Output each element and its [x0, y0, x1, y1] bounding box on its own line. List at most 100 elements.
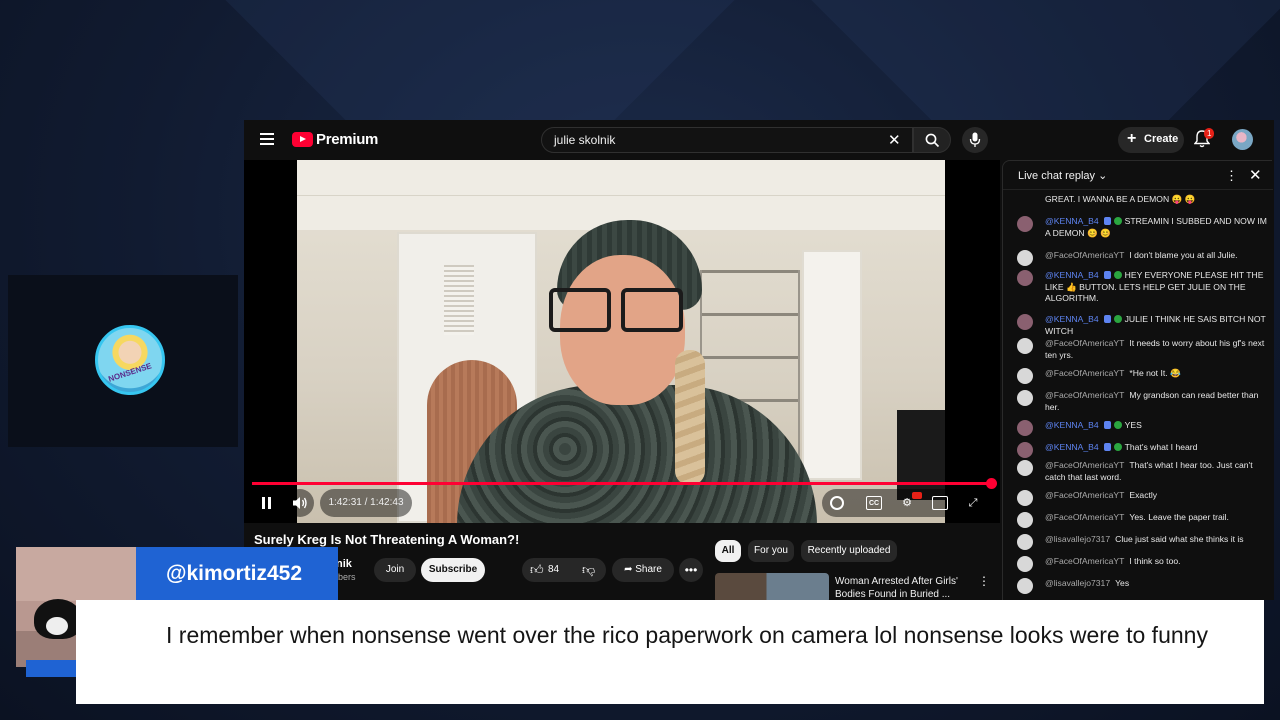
chat-message-body: @FaceOfAmericaYT I think so too. [1045, 556, 1267, 568]
chat-author-name[interactable]: @KENNA_B4 [1045, 420, 1099, 430]
video-frame [297, 160, 945, 523]
share-button[interactable]: ➦ Share [612, 558, 674, 582]
chat-message-body: @FaceOfAmericaYT Exactly [1045, 490, 1267, 502]
chat-author-avatar[interactable] [1017, 338, 1033, 354]
chat-author-avatar[interactable] [1017, 216, 1033, 232]
chat-message: @FaceOfAmericaYT Yes. Leave the paper tra… [1017, 512, 1267, 528]
chat-author-name[interactable]: @lisavallejo7317 [1045, 578, 1110, 588]
chip-recently-uploaded[interactable]: Recently uploaded [801, 540, 897, 562]
chat-message-body: @FaceOfAmericaYT My grandson can read bet… [1045, 390, 1267, 413]
chip-for-you[interactable]: For you [748, 540, 794, 562]
volume-icon [293, 497, 307, 509]
microphone-icon [969, 132, 981, 147]
chat-author-name[interactable]: @FaceOfAmericaYT [1045, 512, 1124, 522]
chat-message-body: @KENNA_B4 JULIE I THINK HE SAIS BITCH NOT… [1045, 314, 1267, 337]
search-value[interactable]: julie skolnik [554, 133, 615, 147]
chat-message-body: @lisavallejo7317 Yes [1045, 578, 1267, 590]
youtube-logo-icon[interactable] [292, 132, 313, 147]
plus-icon: + [1127, 130, 1137, 147]
member-badge-icon [1113, 217, 1122, 225]
chat-author-name[interactable]: @FaceOfAmericaYT [1045, 368, 1124, 378]
chat-message: GREAT. I WANNA BE A DEMON 😛 😛 [1017, 194, 1267, 206]
scrubber-handle[interactable] [985, 478, 997, 489]
chat-message-text: That's what I heard [1124, 442, 1198, 452]
subtitles-button[interactable]: CC [866, 496, 882, 510]
pause-button[interactable] [252, 489, 280, 517]
voice-search-button[interactable] [962, 127, 988, 153]
moderator-badge-icon [1103, 217, 1111, 225]
chat-message-body: @FaceOfAmericaYT *He not It. 😂 [1045, 368, 1267, 380]
chat-author-avatar[interactable] [1017, 534, 1033, 550]
dislike-thumb-icon[interactable]: 👎︎ [582, 558, 595, 582]
like-thumb-icon[interactable]: 👍︎ [530, 558, 544, 582]
logo-text[interactable]: Premium [316, 131, 378, 148]
chat-author-name[interactable]: @KENNA_B4 [1045, 442, 1099, 452]
chat-author-avatar[interactable] [1017, 420, 1033, 436]
chat-message-text: GREAT. I WANNA BE A DEMON 😛 😛 [1045, 194, 1196, 204]
chat-author-name[interactable]: @KENNA_B4 [1045, 314, 1099, 324]
fullscreen-icon[interactable]: ⤢ [966, 496, 980, 510]
join-button[interactable]: Join [374, 558, 416, 582]
chat-author-avatar[interactable] [1017, 390, 1033, 406]
hamburger-menu-icon[interactable] [260, 133, 274, 145]
chat-author-name[interactable]: @FaceOfAmericaYT [1045, 338, 1124, 348]
volume-button[interactable] [286, 489, 314, 517]
chat-author-avatar[interactable] [1017, 460, 1033, 476]
recommendation-menu-icon[interactable]: ⋮ [978, 574, 990, 588]
chat-menu-icon[interactable]: ⋮ [1225, 168, 1238, 184]
recommendation-title[interactable]: Woman Arrested After Girls' Bodies Found… [835, 575, 965, 600]
channel-name[interactable]: nik [336, 558, 352, 570]
notification-count-badge: 1 [1204, 128, 1215, 139]
like-count: 84 [548, 564, 560, 575]
chat-author-avatar[interactable] [1017, 270, 1033, 286]
chat-author-name[interactable]: @FaceOfAmericaYT [1045, 490, 1124, 500]
progress-bar[interactable] [252, 478, 997, 489]
chat-author-name[interactable]: @KENNA_B4 [1045, 216, 1099, 226]
chat-message-list[interactable]: GREAT. I WANNA BE A DEMON 😛 😛 @KENNA_B4 ST… [1003, 189, 1273, 600]
chat-message-text: I think so too. [1129, 556, 1181, 566]
miniplayer-icon[interactable] [932, 496, 948, 510]
video-player[interactable]: 1:42:31 / 1:42:43 CC ⚙ ⤢ [244, 160, 1000, 523]
chat-author-name[interactable]: @KENNA_B4 [1045, 270, 1099, 280]
chat-author-name[interactable]: @FaceOfAmericaYT [1045, 556, 1124, 566]
chat-message-body: GREAT. I WANNA BE A DEMON 😛 😛 [1045, 194, 1267, 206]
chat-author-name[interactable]: @FaceOfAmericaYT [1045, 460, 1124, 470]
chat-author-avatar[interactable] [1017, 490, 1033, 506]
video-title: Surely Kreg Is Not Threatening A Woman?! [254, 532, 520, 547]
top-bar: Premium julie skolnik ✕ + Create 1 [244, 120, 1274, 160]
chat-author-name[interactable]: @FaceOfAmericaYT [1045, 250, 1124, 260]
chat-author-name[interactable]: @lisavallejo7317 [1045, 534, 1110, 544]
chat-message: @FaceOfAmericaYT Exactly [1017, 490, 1267, 506]
chat-message: @FaceOfAmericaYT I don't blame you at all… [1017, 250, 1267, 266]
recommendation-thumbnail[interactable] [715, 573, 829, 600]
chat-author-avatar[interactable] [1017, 368, 1033, 384]
chat-message-body: @FaceOfAmericaYT I don't blame you at all… [1045, 250, 1267, 262]
chat-author-avatar[interactable] [1017, 442, 1033, 458]
search-button[interactable] [913, 127, 951, 153]
chat-author-avatar[interactable] [1017, 250, 1033, 266]
chat-message-text: I don't blame you at all Julie. [1129, 250, 1238, 260]
chat-author-avatar[interactable] [1017, 314, 1033, 330]
autoplay-toggle-icon[interactable] [830, 496, 844, 510]
chat-author-avatar[interactable] [1017, 556, 1033, 572]
chat-author-name[interactable]: @FaceOfAmericaYT [1045, 390, 1124, 400]
chat-message: @FaceOfAmericaYT *He not It. 😂 [1017, 368, 1267, 384]
chip-all[interactable]: All [715, 540, 741, 562]
subscribe-button[interactable]: Subscribe [421, 558, 485, 582]
like-dislike-group: 👍︎ 84 👎︎ [522, 558, 606, 582]
commenter-username-box: @kimortiz452 [136, 547, 338, 603]
chat-message-text: Yes [1115, 578, 1130, 588]
create-button[interactable]: + Create [1118, 127, 1184, 153]
chat-message-text: Exactly [1129, 490, 1158, 500]
chat-author-avatar[interactable] [1017, 512, 1033, 528]
chat-message-body: @lisavallejo7317 Clue just said what she … [1045, 534, 1267, 546]
chat-author-avatar[interactable] [1017, 578, 1033, 594]
chat-title[interactable]: Live chat replay ⌄ [1018, 169, 1107, 182]
clear-search-icon[interactable]: ✕ [888, 131, 901, 149]
more-actions-icon[interactable]: ••• [679, 558, 703, 582]
search-icon [925, 133, 940, 148]
account-avatar[interactable] [1232, 129, 1253, 150]
chat-close-icon[interactable]: ✕ [1249, 166, 1262, 184]
moderator-badge-icon [1103, 271, 1111, 279]
search-input[interactable]: julie skolnik ✕ [541, 127, 913, 153]
